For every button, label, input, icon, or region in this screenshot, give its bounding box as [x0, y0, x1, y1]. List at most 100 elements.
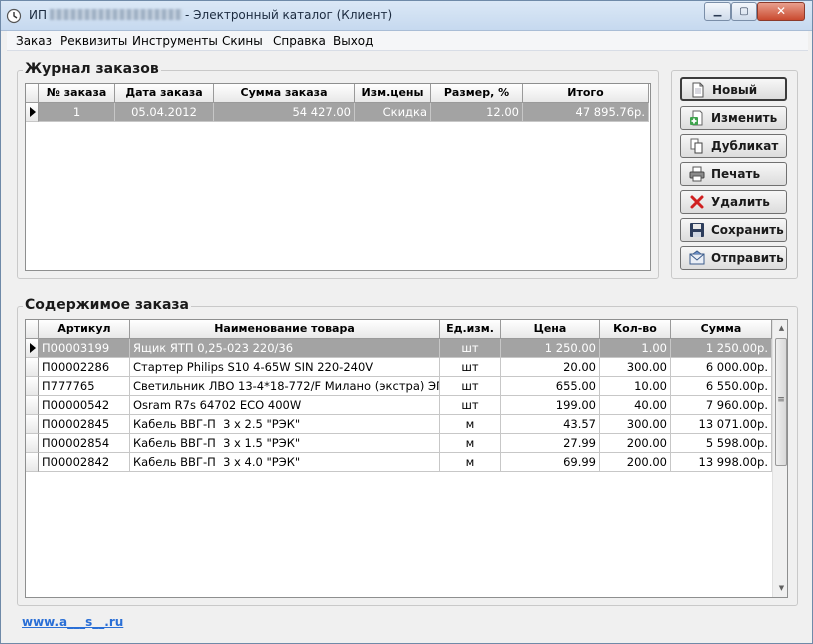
sku-cell: П00002286	[39, 358, 130, 377]
quantity-cell: 40.00	[600, 396, 671, 415]
floppy-disk-icon	[690, 223, 704, 237]
title-suffix: - Электронный каталог (Клиент)	[185, 8, 393, 22]
table-row[interactable]: П00002854 Кабель ВВГ-П 3 х 1.5 "РЭК" м 2…	[26, 434, 772, 453]
unit-cell: м	[440, 434, 501, 453]
table-row[interactable]: П777765 Светильник ЛВО 13-4*18-772/F Мил…	[26, 377, 772, 396]
size-percent-cell: 12.00	[431, 103, 523, 122]
contents-group-title: Содержимое заказа	[23, 297, 192, 313]
menu-help[interactable]: Справка	[273, 34, 326, 48]
header-indicator	[26, 84, 39, 103]
unit-cell: шт	[440, 377, 501, 396]
row-indicator	[26, 358, 39, 377]
sku-cell: П00000542	[39, 396, 130, 415]
title-bar[interactable]: ИП - Электронный каталог (Клиент) ▁ ▢ ✕	[1, 1, 812, 31]
price-change-cell: Скидка	[355, 103, 431, 122]
contents-header-row: Артикул Наименование товара Ед.изм. Цена…	[26, 320, 772, 339]
unit-cell: шт	[440, 396, 501, 415]
edit-button-label: Изменить	[711, 111, 778, 125]
col-unit[interactable]: Ед.изм.	[440, 320, 501, 339]
menu-exit[interactable]: Выход	[333, 34, 373, 48]
col-order-sum[interactable]: Сумма заказа	[214, 84, 355, 103]
row-indicator	[26, 453, 39, 472]
duplicate-icon	[690, 138, 703, 154]
new-button[interactable]: Новый	[680, 77, 787, 101]
delete-x-icon	[690, 195, 704, 209]
app-window: ИП - Электронный каталог (Клиент) ▁ ▢ ✕ З…	[0, 0, 813, 644]
header-indicator	[26, 320, 39, 339]
sku-cell: П00003199	[39, 339, 130, 358]
edit-button[interactable]: Изменить	[680, 106, 787, 130]
minimize-button[interactable]: ▁	[704, 2, 731, 21]
scroll-thumb[interactable]: ≡	[775, 338, 787, 466]
order-sum-cell: 54 427.00	[214, 103, 355, 122]
app-icon	[6, 8, 22, 24]
col-quantity[interactable]: Кол-во	[600, 320, 671, 339]
quantity-cell: 1.00	[600, 339, 671, 358]
col-price[interactable]: Цена	[501, 320, 600, 339]
price-cell: 43.57	[501, 415, 600, 434]
save-button[interactable]: Сохранить	[680, 218, 787, 242]
unit-cell: шт	[440, 358, 501, 377]
product-name-cell: Ящик ЯТП 0,25-023 220/36	[130, 339, 440, 358]
printer-icon	[689, 166, 705, 182]
title-prefix: ИП	[29, 8, 47, 22]
contents-grid[interactable]: Артикул Наименование товара Ед.изм. Цена…	[25, 319, 788, 598]
minimize-icon: ▁	[713, 6, 722, 17]
unit-cell: м	[440, 415, 501, 434]
sum-cell: 13 998.00р.	[671, 453, 772, 472]
menu-order[interactable]: Заказ	[16, 34, 52, 48]
close-icon: ✕	[775, 4, 787, 18]
sum-cell: 1 250.00р.	[671, 339, 772, 358]
col-sku[interactable]: Артикул	[39, 320, 130, 339]
send-button-label: Отправить	[711, 251, 784, 265]
row-pointer-icon	[30, 107, 36, 117]
quantity-cell: 200.00	[600, 434, 671, 453]
sum-cell: 6 000.00р.	[671, 358, 772, 377]
col-price-change[interactable]: Изм.цены	[355, 84, 431, 103]
orders-grid[interactable]: № заказа Дата заказа Сумма заказа Изм.це…	[25, 83, 651, 271]
close-button[interactable]: ✕	[757, 2, 805, 21]
price-cell: 20.00	[501, 358, 600, 377]
duplicate-button[interactable]: Дубликат	[680, 134, 787, 158]
menu-tools[interactable]: Инструменты	[132, 34, 218, 48]
orders-group-title: Журнал заказов	[23, 61, 161, 77]
quantity-cell: 300.00	[600, 415, 671, 434]
scroll-up-arrow-icon[interactable]: ▲	[774, 320, 787, 336]
table-row[interactable]: П00000542 Osram R7s 64702 ECO 400W шт 19…	[26, 396, 772, 415]
price-cell: 27.99	[501, 434, 600, 453]
quantity-cell: 200.00	[600, 453, 671, 472]
sum-cell: 6 550.00р.	[671, 377, 772, 396]
envelope-icon	[689, 250, 705, 265]
delete-button[interactable]: Удалить	[680, 190, 787, 214]
menu-requisites[interactable]: Реквизиты	[60, 34, 127, 48]
table-row[interactable]: П00002286 Стартер Philips S10 4-65W SIN …	[26, 358, 772, 377]
delete-button-label: Удалить	[711, 195, 770, 209]
table-row[interactable]: П00002845 Кабель ВВГ-П 3 х 2.5 "РЭК" м 4…	[26, 415, 772, 434]
col-product-name[interactable]: Наименование товара	[130, 320, 440, 339]
print-button[interactable]: Печать	[680, 162, 787, 186]
table-row[interactable]: П00003199 Ящик ЯТП 0,25-023 220/36 шт 1 …	[26, 339, 772, 358]
orders-header-row: № заказа Дата заказа Сумма заказа Изм.це…	[26, 84, 650, 103]
row-pointer-icon	[30, 343, 36, 353]
col-order-date[interactable]: Дата заказа	[115, 84, 214, 103]
price-cell: 655.00	[501, 377, 600, 396]
send-button[interactable]: Отправить	[680, 246, 787, 270]
maximize-button[interactable]: ▢	[731, 2, 757, 21]
row-indicator	[26, 377, 39, 396]
product-name-cell: Osram R7s 64702 ECO 400W	[130, 396, 440, 415]
col-order-number[interactable]: № заказа	[39, 84, 115, 103]
quantity-cell: 300.00	[600, 358, 671, 377]
window-title: ИП - Электронный каталог (Клиент)	[29, 8, 392, 22]
unit-cell: шт	[440, 339, 501, 358]
menu-bar: Заказ Реквизиты Инструменты Скины Справк…	[7, 31, 808, 51]
col-total[interactable]: Итого	[523, 84, 649, 103]
contents-vertical-scrollbar[interactable]: ▲ ≡ ▼	[772, 320, 787, 597]
scroll-down-arrow-icon[interactable]: ▼	[774, 580, 787, 596]
col-size-percent[interactable]: Размер, %	[431, 84, 523, 103]
table-row[interactable]: 1 05.04.2012 54 427.00 Скидка 12.00 47 8…	[26, 103, 650, 122]
sku-cell: П00002854	[39, 434, 130, 453]
col-sum[interactable]: Сумма	[671, 320, 772, 339]
row-indicator	[26, 103, 39, 122]
menu-skins[interactable]: Скины	[222, 34, 263, 48]
table-row[interactable]: П00002842 Кабель ВВГ-П 3 х 4.0 "РЭК" м 6…	[26, 453, 772, 472]
